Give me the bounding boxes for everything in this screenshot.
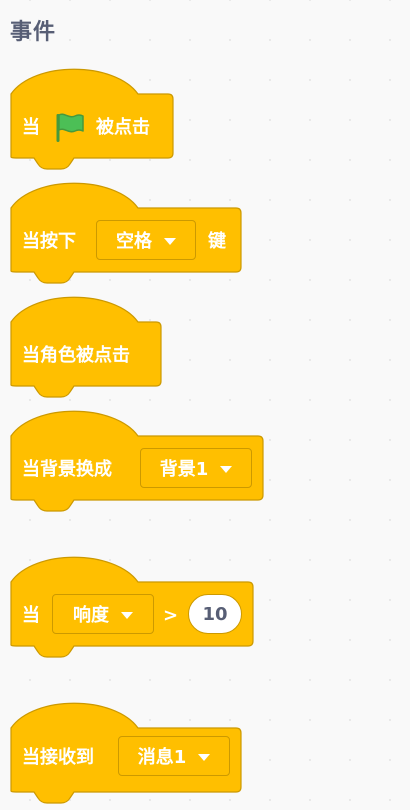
- category-title: 事件: [10, 20, 57, 45]
- when-key-label: 当按下: [22, 231, 76, 252]
- when-label: 当: [22, 605, 40, 626]
- when-receive-message-block[interactable]: 当接收到 消息1: [10, 702, 246, 804]
- backdrop-dropdown-value: 背景1: [159, 459, 209, 480]
- key-suffix-label: 键: [208, 231, 226, 252]
- when-label: 当: [22, 117, 40, 138]
- when-flag-clicked-block[interactable]: 当 被点击: [10, 68, 174, 170]
- greater-than-operator: >: [163, 605, 179, 626]
- clicked-label: 被点击: [96, 117, 150, 138]
- threshold-input[interactable]: 10: [188, 594, 242, 634]
- chevron-down-icon: [198, 753, 211, 761]
- chevron-down-icon: [121, 611, 133, 619]
- when-greater-than-block[interactable]: 当 响度 > 10: [10, 556, 256, 658]
- backdrop-switch-label: 当背景换成: [22, 459, 112, 480]
- chevron-down-icon: [220, 465, 233, 473]
- blocks-palette: 事件 当 被点击 当按下 空格 键 当角色被点击 当背景换成 背景1 当 响度 …: [0, 0, 410, 810]
- when-key-pressed-block[interactable]: 当按下 空格 键: [10, 182, 242, 284]
- when-sprite-clicked-block[interactable]: 当角色被点击: [10, 296, 164, 398]
- sensor-dropdown[interactable]: 响度: [52, 594, 154, 634]
- backdrop-dropdown[interactable]: 背景1: [140, 448, 252, 488]
- message-dropdown-value: 消息1: [137, 747, 187, 768]
- chevron-down-icon: [164, 237, 176, 245]
- receive-label: 当接收到: [22, 747, 94, 768]
- green-flag-icon: [56, 113, 84, 142]
- key-dropdown[interactable]: 空格: [96, 220, 196, 260]
- when-backdrop-switches-block[interactable]: 当背景换成 背景1: [10, 410, 266, 512]
- threshold-value: 10: [202, 603, 228, 625]
- message-dropdown[interactable]: 消息1: [118, 736, 230, 776]
- sensor-dropdown-value: 响度: [73, 605, 109, 626]
- sprite-clicked-label: 当角色被点击: [22, 345, 130, 366]
- key-dropdown-value: 空格: [116, 231, 152, 252]
